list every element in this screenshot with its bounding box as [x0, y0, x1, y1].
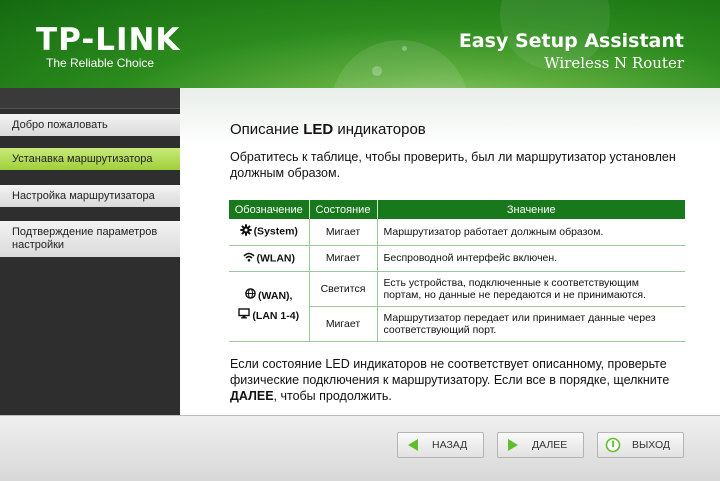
- brand-logo: TP-LINK: [36, 22, 181, 58]
- next-button[interactable]: ДАЛЕЕ: [497, 432, 584, 458]
- page-title-prefix: Описание: [230, 121, 304, 138]
- table-row: (WLAN) Мигает Беспроводной интерфейс вкл…: [229, 245, 685, 272]
- page-title-suffix: индикаторов: [333, 121, 426, 138]
- main-content: Описание LED индикаторов Обратитесь к та…: [180, 88, 720, 415]
- indicator-cell: (WLAN): [229, 245, 310, 272]
- sidebar-item-configure-router[interactable]: Настройка маршрутизатора: [0, 185, 180, 207]
- meaning-cell: Маршрутизатор передает или принимает дан…: [377, 306, 685, 342]
- column-header: Обозначение: [229, 200, 310, 219]
- indicator-cell: (WAN), (LAN 1-4): [229, 271, 310, 342]
- column-header: Значение: [377, 200, 685, 219]
- sidebar-item-confirm-settings[interactable]: Подтверждение параметров настройки: [0, 221, 180, 257]
- state-cell: Светится: [309, 271, 378, 307]
- globe-icon: [245, 286, 256, 306]
- page-title-bold: LED: [303, 121, 334, 138]
- power-icon: [604, 436, 622, 454]
- monitor-icon: [238, 306, 251, 326]
- sidebar-top-bar: [0, 88, 180, 109]
- brand-tagline: The Reliable Choice: [46, 56, 155, 70]
- header-banner: TP-LINK The Reliable Choice Easy Setup A…: [0, 0, 720, 88]
- next-button-label: ДАЛЕЕ: [532, 439, 568, 451]
- outro-text-prefix: Если состояние LED индикаторов не соотве…: [230, 357, 670, 387]
- intro-text: Обратитесь к таблице, чтобы проверить, б…: [230, 150, 676, 180]
- sidebar: Добро пожаловать Устанавка маршрутизатор…: [0, 88, 180, 415]
- app-title: Easy Setup Assistant: [458, 30, 684, 52]
- outro-text-suffix: , чтобы продолжить.: [273, 389, 392, 403]
- outro-next-keyword: ДАЛЕЕ: [230, 389, 274, 403]
- wifi-icon: [242, 252, 255, 265]
- outro-text: Если состояние LED индикаторов не соотве…: [230, 356, 670, 404]
- indicator-label: (LAN 1-4): [252, 310, 300, 322]
- meaning-cell: Беспроводной интерфейс включен.: [377, 245, 685, 272]
- banner-decoration: [330, 40, 470, 88]
- footer-bar: НАЗАД ДАЛЕЕ ВЫХОД: [0, 415, 720, 481]
- exit-button-label: ВЫХОД: [632, 439, 671, 451]
- back-button[interactable]: НАЗАД: [397, 432, 484, 458]
- banner-decoration: [372, 66, 382, 76]
- back-button-label: НАЗАД: [432, 439, 468, 451]
- state-cell: Мигает: [309, 245, 378, 272]
- indicator-cell: (System): [229, 219, 310, 246]
- sidebar-item-label: Настройка маршрутизатора: [12, 189, 155, 202]
- table-row: (System) Мигает Маршрутизатор работает д…: [229, 219, 685, 246]
- banner-decoration: [402, 46, 407, 51]
- sidebar-item-label: Добро пожаловать: [12, 118, 108, 131]
- arrow-right-icon: [504, 436, 522, 454]
- led-table: Обозначение Состояние Значение (System) …: [229, 200, 685, 342]
- sidebar-item-label: Устанавка маршрутизатора: [12, 152, 153, 165]
- gear-icon: [239, 224, 252, 239]
- indicator-label: (WLAN): [256, 251, 295, 264]
- state-cell: Мигает: [309, 219, 378, 246]
- arrow-left-icon: [404, 436, 422, 454]
- meaning-cell: Маршрутизатор работает должным образом.: [377, 219, 685, 246]
- table-header-row: Обозначение Состояние Значение: [229, 200, 685, 219]
- state-cell: Мигает: [309, 306, 378, 342]
- table-row: (WAN), (LAN 1-4) Светится Есть устройств…: [229, 271, 685, 342]
- app-subtitle: Wireless N Router: [544, 54, 684, 72]
- meaning-cell: Есть устройства, подключенные к соответс…: [377, 271, 685, 307]
- column-header: Состояние: [309, 200, 378, 219]
- indicator-label: (WAN),: [258, 289, 293, 302]
- sidebar-item-label: Подтверждение параметров настройки: [12, 226, 158, 251]
- sidebar-item-install-router[interactable]: Устанавка маршрутизатора: [0, 148, 180, 170]
- indicator-label: (System): [253, 225, 298, 238]
- page-title: Описание LED индикаторов: [230, 121, 426, 138]
- exit-button[interactable]: ВЫХОД: [597, 432, 684, 458]
- sidebar-item-welcome[interactable]: Добро пожаловать: [0, 114, 180, 136]
